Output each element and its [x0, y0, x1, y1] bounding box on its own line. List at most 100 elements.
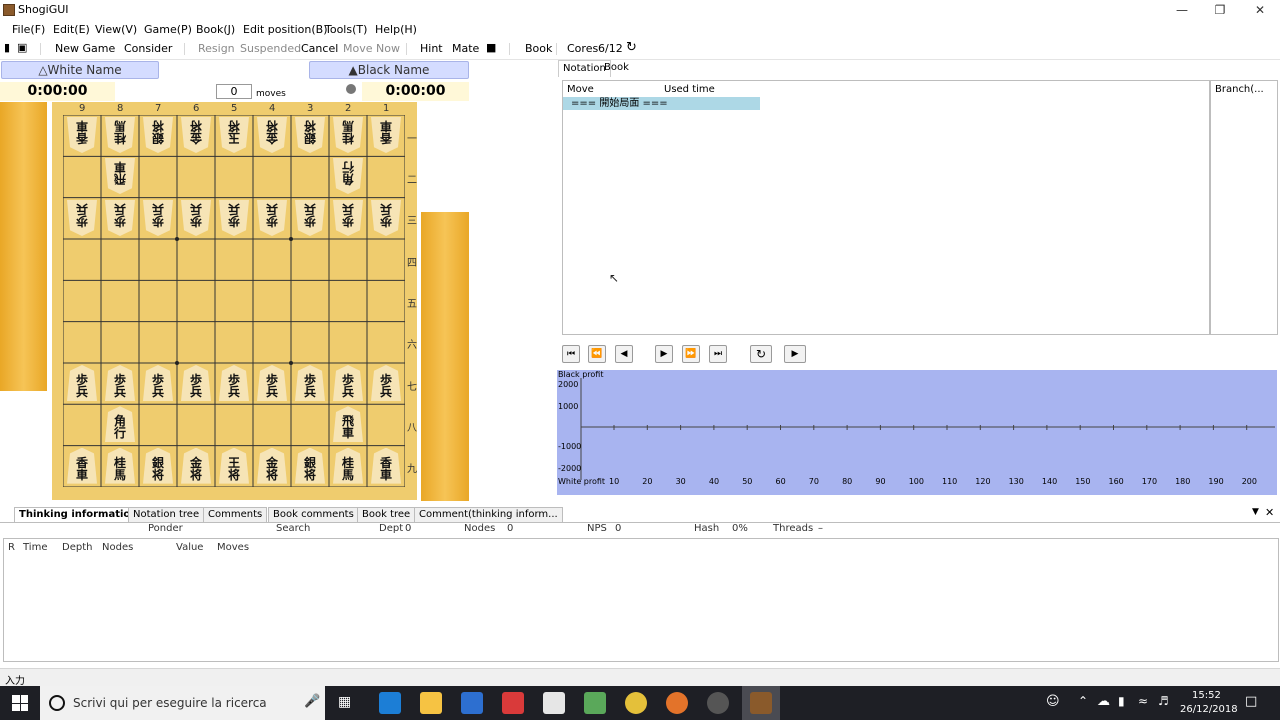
- menu-view[interactable]: View(V): [95, 23, 137, 36]
- menu-game[interactable]: Game(P): [144, 23, 192, 36]
- white-name-box[interactable]: △White Name: [1, 61, 159, 79]
- col-nodes[interactable]: Nodes: [102, 542, 133, 553]
- wifi-icon[interactable]: ≈: [1138, 694, 1148, 708]
- game-app-icon[interactable]: [584, 692, 606, 714]
- white-silver-piece[interactable]: 銀将: [143, 117, 173, 153]
- cancel-button[interactable]: Cancel: [301, 42, 338, 55]
- taskbar-search[interactable]: Scrivi qui per eseguire la ricerca 🎤: [40, 686, 325, 720]
- black-pawn-piece[interactable]: 歩兵: [143, 364, 173, 401]
- col-moves[interactable]: Moves: [217, 542, 249, 553]
- first-move-icon[interactable]: ⏮: [562, 345, 580, 363]
- white-pawn-piece[interactable]: 歩兵: [143, 200, 173, 236]
- tab-book[interactable]: Book: [600, 60, 633, 76]
- white-pawn-piece[interactable]: 歩兵: [371, 200, 401, 236]
- black-silver-piece[interactable]: 銀将: [295, 447, 325, 484]
- thinking-table[interactable]: R Time Depth Nodes Value Moves: [3, 538, 1279, 662]
- volume-icon[interactable]: ♬: [1158, 694, 1169, 708]
- white-jewel-king-piece[interactable]: 玉将: [219, 117, 249, 153]
- white-gold-piece[interactable]: 金将: [257, 117, 287, 153]
- branch-panel[interactable]: Branch(...: [1210, 80, 1278, 335]
- white-bishop-piece[interactable]: 角行: [333, 158, 363, 194]
- flip-board-icon[interactable]: ↻: [750, 345, 772, 363]
- black-pawn-piece[interactable]: 歩兵: [67, 364, 97, 401]
- white-hand-stand[interactable]: [0, 102, 47, 391]
- menu-tools[interactable]: Tools(T): [325, 23, 367, 36]
- new-file-icon[interactable]: ▮: [4, 41, 10, 54]
- menu-help[interactable]: Help(H): [375, 23, 417, 36]
- black-knight-piece[interactable]: 桂馬: [333, 447, 363, 484]
- close-button[interactable]: ✕: [1240, 0, 1280, 20]
- back-many-icon[interactable]: ⏪: [588, 345, 606, 363]
- notation-row-start[interactable]: === 開始局面 ===: [563, 97, 760, 110]
- edge-icon[interactable]: [379, 692, 401, 714]
- save-icon[interactable]: ▣: [17, 41, 27, 54]
- stop-icon[interactable]: ■: [486, 41, 496, 54]
- black-lance-piece[interactable]: 香車: [67, 447, 97, 484]
- white-lance-piece[interactable]: 香車: [67, 117, 97, 153]
- task-view-icon[interactable]: ▦: [338, 694, 351, 710]
- chrome-icon[interactable]: [625, 692, 647, 714]
- black-lance-piece[interactable]: 香車: [371, 447, 401, 484]
- black-pawn-piece[interactable]: 歩兵: [257, 364, 287, 401]
- onedrive-icon[interactable]: ☁: [1097, 694, 1110, 709]
- white-pawn-piece[interactable]: 歩兵: [257, 200, 287, 236]
- black-silver-piece[interactable]: 銀将: [143, 447, 173, 484]
- white-pawn-piece[interactable]: 歩兵: [67, 200, 97, 236]
- black-gold-piece[interactable]: 金将: [257, 447, 287, 484]
- store-icon[interactable]: [461, 692, 483, 714]
- play-sequence-icon[interactable]: ▶: [784, 345, 806, 363]
- black-pawn-piece[interactable]: 歩兵: [105, 364, 135, 401]
- white-pawn-piece[interactable]: 歩兵: [295, 200, 325, 236]
- cores-value[interactable]: 6/12: [598, 42, 623, 55]
- black-pawn-piece[interactable]: 歩兵: [219, 364, 249, 401]
- black-rook-piece[interactable]: 飛車: [333, 406, 363, 443]
- people-icon[interactable]: ☺: [1046, 694, 1060, 709]
- mail-icon[interactable]: [543, 692, 565, 714]
- firefox-icon[interactable]: [666, 692, 688, 714]
- tab-comment-thinking[interactable]: Comment(thinking inform...: [414, 507, 563, 522]
- mate-button[interactable]: Mate: [452, 42, 479, 55]
- white-pawn-piece[interactable]: 歩兵: [181, 200, 211, 236]
- restore-button[interactable]: ❐: [1200, 0, 1240, 20]
- col-value[interactable]: Value: [176, 542, 203, 553]
- white-lance-piece[interactable]: 香車: [371, 117, 401, 153]
- col-time[interactable]: Time: [23, 542, 47, 553]
- tray-chevron-icon[interactable]: ⌃: [1078, 694, 1088, 708]
- microphone-icon[interactable]: 🎤: [304, 694, 320, 709]
- col-rank[interactable]: R: [8, 542, 15, 553]
- close-panel-icon[interactable]: ✕: [1265, 506, 1274, 519]
- black-hand-stand[interactable]: [421, 212, 469, 501]
- black-bishop-piece[interactable]: 角行: [105, 406, 135, 443]
- minimize-button[interactable]: —: [1162, 0, 1202, 20]
- black-name-box[interactable]: ▲Black Name: [309, 61, 469, 79]
- menu-file[interactable]: File(F): [12, 23, 45, 36]
- resign-button[interactable]: Resign: [198, 42, 235, 55]
- black-gold-piece[interactable]: 金将: [181, 447, 211, 484]
- tab-book-comments[interactable]: Book comments: [268, 507, 359, 522]
- black-knight-piece[interactable]: 桂馬: [105, 447, 135, 484]
- last-move-icon[interactable]: ⏭: [709, 345, 727, 363]
- tab-notation-tree[interactable]: Notation tree: [128, 507, 205, 522]
- battery-icon[interactable]: ▮: [1118, 694, 1125, 708]
- forward-many-icon[interactable]: ⏩: [682, 345, 700, 363]
- tab-thinking-info[interactable]: Thinking information: [14, 507, 143, 522]
- white-knight-piece[interactable]: 桂馬: [105, 117, 135, 153]
- new-game-button[interactable]: New Game: [55, 42, 115, 55]
- menu-book[interactable]: Book(J): [196, 23, 235, 36]
- move-now-button[interactable]: Move Now: [343, 42, 400, 55]
- notification-icon[interactable]: □: [1245, 694, 1257, 709]
- clock-time[interactable]: 15:52: [1192, 690, 1221, 701]
- notation-list[interactable]: Move Used time === 開始局面 ===: [562, 80, 1210, 335]
- black-pawn-piece[interactable]: 歩兵: [181, 364, 211, 401]
- white-silver-piece[interactable]: 銀将: [295, 117, 325, 153]
- menu-edit-position[interactable]: Edit position(B): [243, 23, 328, 36]
- gift-app-icon[interactable]: [502, 692, 524, 714]
- white-pawn-piece[interactable]: 歩兵: [333, 200, 363, 236]
- white-knight-piece[interactable]: 桂馬: [333, 117, 363, 153]
- tab-book-tree[interactable]: Book tree: [357, 507, 416, 522]
- moves-counter[interactable]: 0: [216, 84, 252, 99]
- evaluation-graph[interactable]: Black profit White profit 2000 1000 -1000-…: [557, 370, 1277, 495]
- tab-comments[interactable]: Comments: [203, 507, 268, 522]
- hint-button[interactable]: Hint: [420, 42, 443, 55]
- obs-icon[interactable]: [707, 692, 729, 714]
